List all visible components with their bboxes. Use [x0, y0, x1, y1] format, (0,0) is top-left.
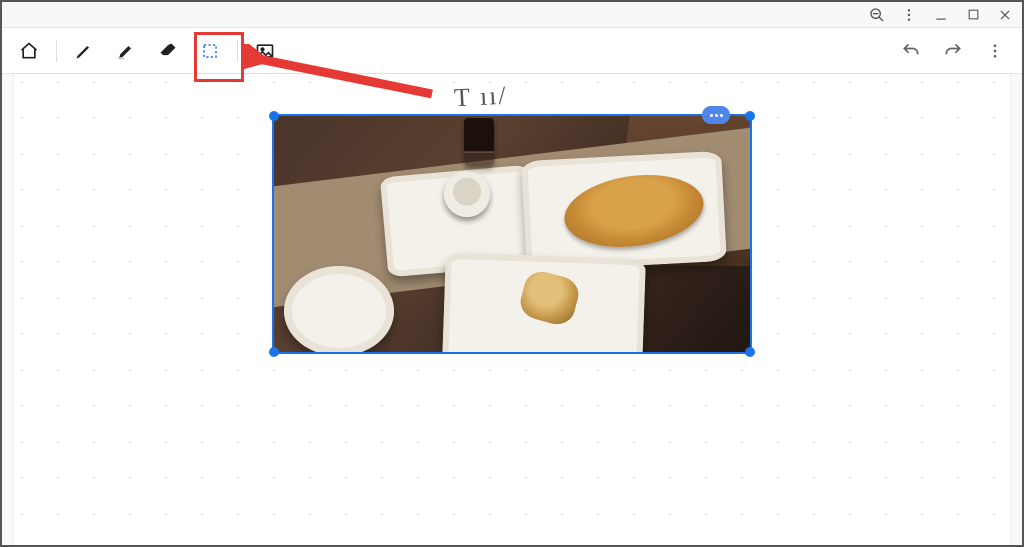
- resize-handle-bottom-right[interactable]: [745, 347, 755, 357]
- handwriting-scribble: T ıı/: [453, 81, 508, 114]
- toolbar-separator: [56, 40, 57, 62]
- toolbar-left-group: [10, 32, 284, 70]
- redo-button[interactable]: [934, 32, 972, 70]
- select-tool-button[interactable]: [191, 32, 229, 70]
- resize-handle-bottom-left[interactable]: [269, 347, 279, 357]
- minimize-icon[interactable]: [932, 6, 950, 24]
- canvas-area[interactable]: T ıı/: [2, 74, 1022, 545]
- eraser-tool-button[interactable]: [149, 32, 187, 70]
- toolbar: [2, 28, 1022, 74]
- image-content: [274, 116, 750, 352]
- toolbar-separator: [237, 40, 238, 62]
- resize-handle-top-right[interactable]: [745, 111, 755, 121]
- dotted-paper: T ıı/: [14, 74, 1010, 545]
- toolbar-more-button[interactable]: [976, 32, 1014, 70]
- zoom-out-icon[interactable]: [868, 6, 886, 24]
- maximize-icon[interactable]: [964, 6, 982, 24]
- home-button[interactable]: [10, 32, 48, 70]
- window-titlebar: [2, 2, 1022, 28]
- insert-image-button[interactable]: [246, 32, 284, 70]
- highlighter-tool-button[interactable]: [107, 32, 145, 70]
- toolbar-right-group: [892, 32, 1014, 70]
- resize-handle-top-left[interactable]: [269, 111, 279, 121]
- close-icon[interactable]: [996, 6, 1014, 24]
- pen-tool-button[interactable]: [65, 32, 103, 70]
- titlebar-more-icon[interactable]: [900, 6, 918, 24]
- undo-button[interactable]: [892, 32, 930, 70]
- app-window: T ıı/: [0, 0, 1024, 547]
- selected-image[interactable]: [272, 114, 752, 354]
- image-more-menu-button[interactable]: [702, 106, 730, 124]
